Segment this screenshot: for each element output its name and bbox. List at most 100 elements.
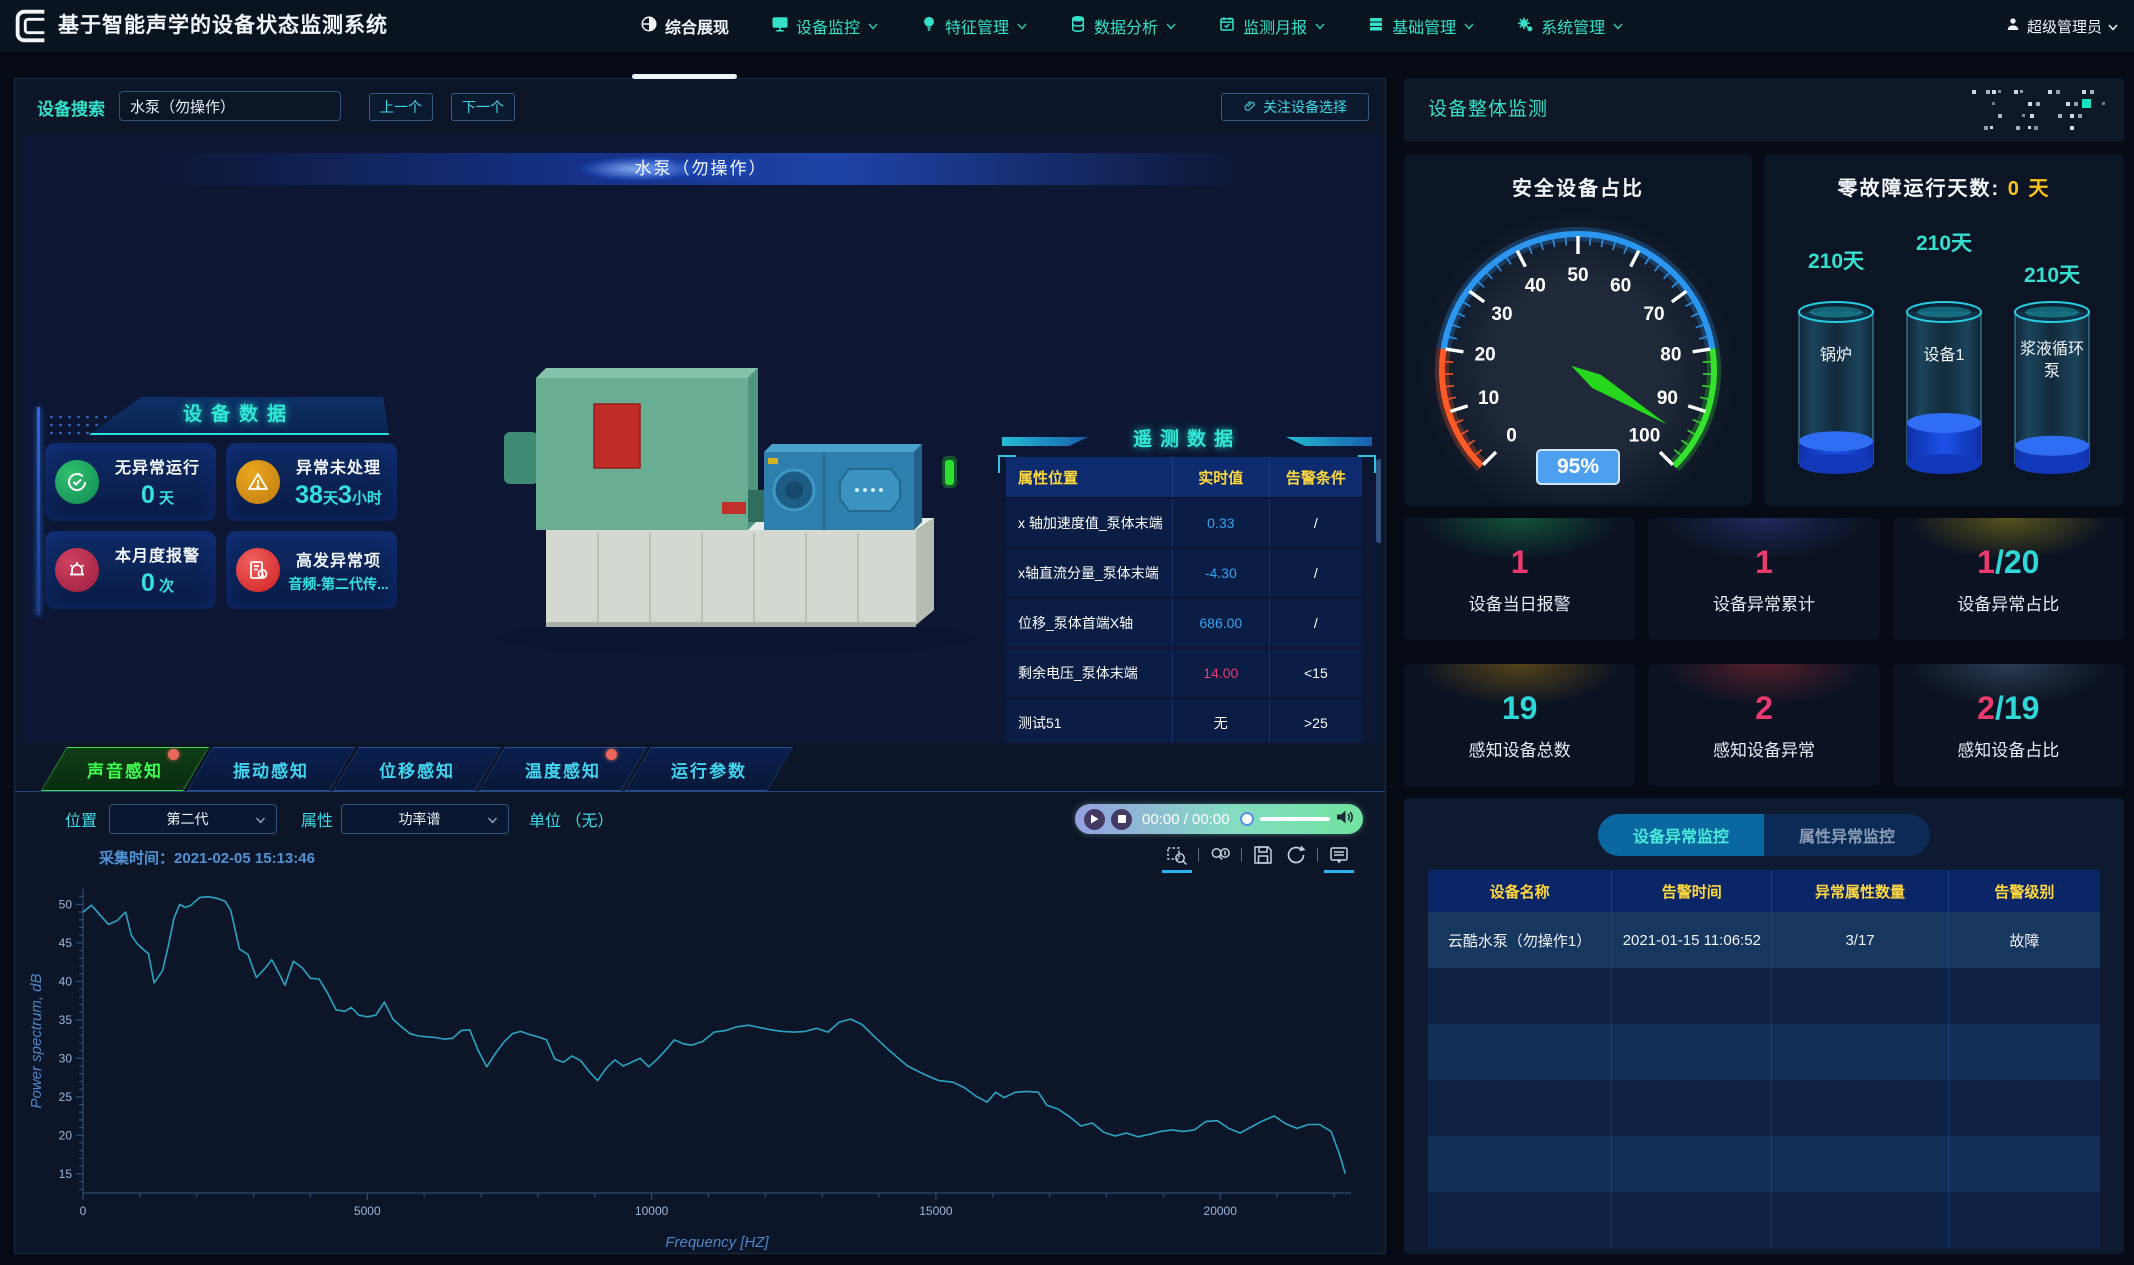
telemetry-condition: <15 (1270, 649, 1362, 697)
nav-item-基础管理[interactable]: 基础管理 (1367, 14, 1474, 38)
alarm-cell (1949, 1024, 2100, 1080)
device-data-card-text: 本月度报警0 次 (107, 542, 208, 598)
zoom-reset-icon[interactable] (1208, 843, 1232, 867)
layers-icon (1367, 15, 1385, 38)
alarm-header-cell: 告警时间 (1612, 870, 1772, 912)
alarm-row[interactable]: 云酷水泵（勿操作1）2021-01-15 11:06:523/17故障 (1428, 912, 2100, 968)
telemetry-row: 测试51无>25 (1006, 699, 1362, 743)
stop-button[interactable] (1111, 809, 1132, 830)
chevron-down-icon (1166, 23, 1176, 30)
svg-text:Frequency [HZ]: Frequency [HZ] (665, 1234, 769, 1251)
telemetry-scrollbar[interactable] (1376, 459, 1381, 743)
zero-fault-card: 零故障运行天数: 0 天 210天锅炉210天设备1210天浆液循环泵 (1764, 154, 2124, 506)
telemetry-header-cell: 告警条件 (1270, 457, 1362, 497)
play-button[interactable] (1084, 809, 1105, 830)
telemetry-attr-name: x 轴加速度值_泵体末端 (1006, 499, 1173, 547)
nav-item-系统管理[interactable]: 系统管理 (1516, 14, 1623, 38)
tab-设备异常监控[interactable]: 设备异常监控 (1598, 814, 1764, 856)
calendar-icon (1218, 15, 1236, 38)
unit-label: 单位 （无） (529, 807, 613, 831)
device-cylinders: 210天锅炉210天设备1210天浆液循环泵 (1774, 212, 2114, 484)
stats-grid: 1设备当日报警1设备异常累计1/20设备异常占比19感知设备总数2感知设备异常2… (1404, 518, 2124, 786)
tab-温度感知[interactable]: 温度感知 (479, 747, 647, 791)
volume-icon[interactable] (1336, 809, 1354, 830)
sense-tabs: 声音感知振动感知位移感知温度感知运行参数 (41, 747, 771, 793)
tab-运行参数[interactable]: 运行参数 (625, 747, 793, 791)
alert-badge (606, 749, 617, 760)
spectrum-chart[interactable]: 050001000015000200001520253035404550Freq… (25, 875, 1375, 1253)
telemetry-row: 剩余电压_泵体末端14.00<15 (1006, 649, 1362, 697)
nav-item-特征管理[interactable]: 特征管理 (920, 14, 1027, 38)
alarm-empty-row (1428, 968, 2100, 1024)
navbar: 基于智能声学的设备状态监测系统 综合展现 设备监控 特征管理 数据分析 监测月报 基础管理… (0, 0, 2134, 52)
stat-card-设备异常占比: 1/20设备异常占比 (1893, 518, 2124, 640)
tab-label: 振动感知 (188, 748, 354, 790)
nav-item-设备监控[interactable]: 设备监控 (771, 14, 878, 38)
telemetry-row: x轴直流分量_泵体末端-4.30/ (1006, 549, 1362, 597)
stat-card-设备当日报警: 1设备当日报警 (1404, 518, 1635, 640)
position-select[interactable]: 第二代 (109, 804, 277, 834)
svg-text:50: 50 (1567, 265, 1588, 286)
chevron-down-icon (2108, 18, 2118, 35)
tab-位移感知[interactable]: 位移感知 (333, 747, 501, 791)
tab-label: 温度感知 (480, 748, 646, 790)
svg-text:210天: 210天 (2024, 264, 2081, 287)
svg-text:Power spectrum, dB: Power spectrum, dB (28, 973, 45, 1108)
database-icon (1069, 15, 1087, 38)
svg-text:浆液循环: 浆液循环 (2020, 340, 2084, 358)
zoom-area-icon[interactable] (1165, 843, 1189, 867)
svg-text:30: 30 (1491, 304, 1512, 325)
tab-声音感知[interactable]: 声音感知 (41, 747, 209, 791)
chart-toolbar (1165, 843, 1351, 867)
app-title: 基于智能声学的设备状态监测系统 (58, 0, 388, 52)
nav-item-综合展现[interactable]: 综合展现 (640, 14, 729, 38)
tab-属性异常监控[interactable]: 属性异常监控 (1764, 814, 1930, 856)
nav-item-监测月报[interactable]: 监测月报 (1218, 14, 1325, 38)
overall-monitor-title: 设备整体监测 (1428, 78, 1548, 142)
alert-badge (168, 749, 179, 760)
user-menu[interactable]: 超级管理员 (2005, 0, 2118, 52)
telemetry-row: 位移_泵体首端X轴686.00/ (1006, 599, 1362, 647)
paperclip-icon (1243, 99, 1257, 116)
model-viewport[interactable]: 水泵（勿操作） (21, 135, 1381, 743)
restore-icon[interactable] (1284, 843, 1308, 867)
save-image-icon[interactable] (1251, 843, 1275, 867)
chevron-down-icon (1613, 23, 1623, 30)
nav-item-数据分析[interactable]: 数据分析 (1069, 14, 1176, 38)
warning-icon (236, 460, 280, 504)
prev-device-button[interactable]: 上一个 (369, 93, 433, 121)
player-track[interactable] (1260, 817, 1330, 821)
device-data-card-title: 本月度报警 (107, 542, 208, 566)
tab-振动感知[interactable]: 振动感知 (187, 747, 355, 791)
chevron-down-icon (487, 811, 498, 827)
svg-text:泵: 泵 (2044, 362, 2060, 380)
telemetry-header-row: 属性位置实时值告警条件 (1006, 457, 1362, 497)
position-label: 位置 (65, 807, 97, 831)
chevron-down-icon (1464, 23, 1474, 30)
alarm-cell (1772, 1080, 1948, 1136)
next-device-button[interactable]: 下一个 (451, 93, 515, 121)
chevron-down-icon (1315, 23, 1325, 30)
device-data-card-text: 异常未处理38天3小时 (288, 454, 389, 510)
stat-label: 设备异常累计 (1648, 590, 1879, 615)
stat-label: 设备异常占比 (1893, 590, 2124, 615)
left-panel: 设备搜索 上一个 下一个 关注设备选择 水泵（勿操作） (14, 78, 1386, 1254)
telemetry-condition: / (1270, 499, 1362, 547)
alarm-cell (1612, 1080, 1772, 1136)
attribute-select[interactable]: 功率谱 (341, 804, 509, 834)
telemetry-condition: / (1270, 549, 1362, 597)
tab-label: 声音感知 (42, 748, 208, 790)
telemetry-value: 0.33 (1173, 499, 1270, 547)
focus-device-select-button[interactable]: 关注设备选择 (1221, 93, 1369, 121)
nav-item-label: 监测月报 (1243, 14, 1307, 38)
player-seek-handle[interactable] (1240, 812, 1254, 826)
telemetry-attr-name: 测试51 (1006, 699, 1173, 743)
stat-label: 感知设备总数 (1404, 736, 1635, 761)
device-data-card: 无异常运行0 天 (45, 443, 216, 521)
svg-text:70: 70 (1643, 304, 1664, 325)
data-view-icon[interactable] (1327, 843, 1351, 867)
stat-value: 2 (1648, 690, 1879, 727)
check-cycle-icon (55, 460, 99, 504)
device-search-input[interactable] (119, 91, 341, 121)
alarm-empty-row (1428, 1192, 2100, 1248)
